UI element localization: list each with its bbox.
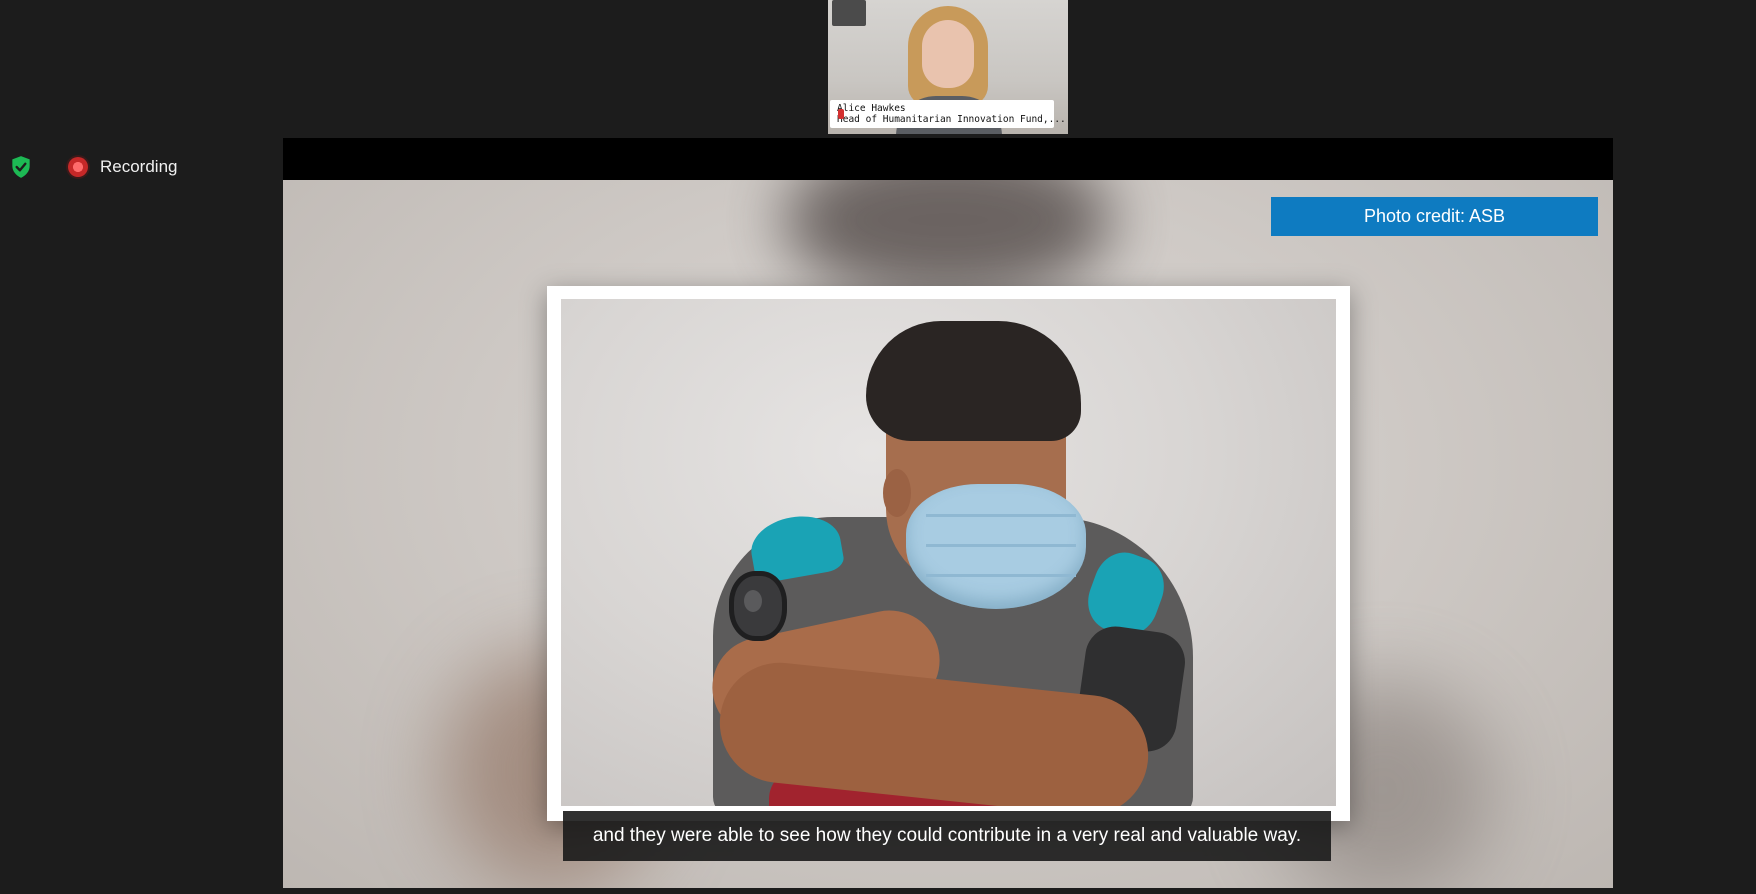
recording-label: Recording (100, 157, 178, 176)
recording-dot-icon[interactable] (68, 157, 88, 177)
wristwatch-icon (729, 571, 787, 641)
video-slide: Photo credit: ASB and they were able to … (283, 180, 1613, 888)
photo-hair (866, 321, 1081, 441)
participant-face (922, 20, 974, 88)
portrait-photo (561, 299, 1336, 806)
security-shield-icon[interactable] (8, 154, 34, 180)
subtitle-caption: and they were able to see how they could… (563, 811, 1331, 861)
participant-name-tag: Alice Hawkes Head of Humanitarian Innova… (830, 100, 1066, 128)
mask-pleat (926, 514, 1076, 517)
background-picture-frame (832, 0, 866, 26)
shared-screen-top-bar (283, 138, 1613, 180)
mask-pleat (926, 574, 1076, 577)
participant-title: Head of Humanitarian Innovation Fund,... (837, 114, 1066, 125)
participant-name: Alice Hawkes (837, 103, 906, 114)
photo-credit-label: Photo credit: ASB (1271, 197, 1598, 236)
participant-video-tile[interactable]: Alice Hawkes Head of Humanitarian Innova… (828, 0, 1068, 134)
shared-screen-view[interactable]: Photo credit: ASB and they were able to … (283, 138, 1613, 888)
meeting-status-bar: Recording (8, 154, 178, 180)
photo-ear (883, 469, 911, 517)
blurred-background-head (783, 180, 1113, 300)
photo-frame (547, 286, 1350, 821)
mask-pleat (926, 544, 1076, 547)
